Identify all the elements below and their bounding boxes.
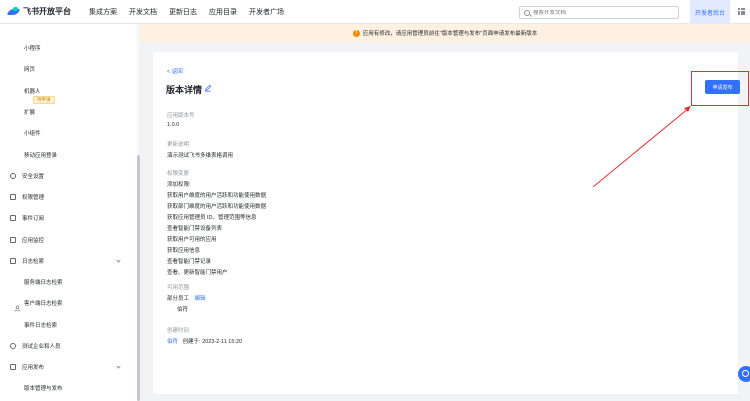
search-box[interactable] [519,6,679,19]
page-title: 版本详情 [166,85,203,95]
sidebar-item-label: 机器人 [24,89,41,95]
event-icon [10,215,16,221]
sidebar: 小程序 网页 机器人 扩展 小组件 移动应用登录 安全设置 权限管理 事件订阅 … [0,24,140,401]
chart-icon [10,237,16,243]
sidebar-item-label: 小组件 [24,131,41,137]
chevron-down-icon [116,364,121,369]
sidebar-item-label: 客户端日志检索 [24,301,63,307]
sidebar-item-server-log[interactable]: 服务端日志检索 [0,275,138,289]
sidebar-item-label: 服务端日志检索 [24,280,63,286]
nav-item-changelog[interactable]: 更新日志 [169,7,197,17]
logo-text: 飞书开放平台 [23,7,71,16]
sidebar-item-log-search[interactable]: 日志检索 [0,254,138,268]
nav-item-app-directory[interactable]: 应用目录 [209,7,237,17]
sidebar-item-version-management[interactable]: 版本管理与发布 [0,381,138,395]
edit-icon[interactable] [204,84,212,92]
notes-label: 更新说明 [167,142,190,148]
sidebar-item-extension[interactable]: 扩展 [0,105,138,119]
chevron-down-icon [116,258,121,263]
permission-item: 获取用户可用的应用 [167,237,217,243]
scope-user: 伯符 [177,307,189,313]
created-at: 创建于: 2023-2-11 15:20 [182,339,243,345]
sidebar-item-app-release[interactable]: 应用发布 [0,360,138,374]
sidebar-item-monitoring[interactable]: 应用监控 [0,233,138,247]
sidebar-item-web[interactable]: 网页 [0,62,138,76]
banner-text: 应用有修改，请应用管理员前往"版本管理与发布"页面申请发布最新版本 [362,31,538,37]
shield-icon [10,173,16,179]
sidebar-item-widget[interactable]: 小组件 [0,126,138,140]
sidebar-item-mini-program[interactable]: 小程序 [0,41,138,55]
warning-icon: ! [352,29,360,37]
sidebar-item-label: 安全设置 [22,174,45,180]
scope-edit-link[interactable]: 编辑 [195,296,206,302]
sidebar-scrollbar-thumb[interactable] [137,155,140,401]
help-icon[interactable] [738,366,750,382]
sidebar-item-label: 日志检索 [22,259,45,265]
permission-item: 查看智能门禁记录 [167,259,212,265]
sidebar-item-permissions[interactable]: 权限管理 [0,190,138,204]
permission-item: 获取应用信息 [167,248,201,254]
logo[interactable]: 飞书开放平台 [8,6,71,17]
sidebar-item-label: 权限管理 [22,195,45,201]
sidebar-item-label: 移动应用登录 [24,153,58,159]
nav-items: 集成方案 开发文档 更新日志 应用目录 开发者广场 [89,7,296,17]
sidebar-item-mobile-login[interactable]: 移动应用登录 [0,148,138,162]
permission-item: 查看智能门禁设备列表 [167,226,223,232]
sidebar-item-label: 事件订阅 [22,216,45,222]
scope-row: 部分员工 编辑 [167,294,206,302]
feishu-logo-icon [8,7,19,16]
sidebar-item-event-log[interactable]: 事件日志检索 [0,318,138,332]
sidebar-item-bot[interactable]: 机器人 [0,84,138,98]
app-grid-icon[interactable] [738,8,745,15]
creator-row: 伯符 创建于: 2023-2-11 15:20 [167,337,242,345]
scope-label: 可用范围 [167,285,190,291]
creator-label: 创建时间 [167,328,190,334]
search-icon [524,9,530,16]
sidebar-item-label: 测试企业和人员 [22,344,61,350]
sidebar-item-test-users[interactable]: 测试企业和人员 [0,339,138,353]
creator-link[interactable]: 伯符 [167,339,178,345]
warning-banner: ! 应用有修改，请应用管理员前往"版本管理与发布"页面申请发布最新版本 [140,24,750,42]
sidebar-item-label: 扩展 [24,110,36,116]
search-input[interactable] [533,9,673,16]
sidebar-item-label: 事件日志检索 [24,323,58,329]
scope-value: 部分员工 [167,296,190,302]
users-icon [10,343,16,349]
back-link[interactable]: < 返回 [167,67,183,75]
sidebar-item-label: 小程序 [24,46,41,52]
sidebar-item-security[interactable]: 安全设置 [0,169,138,183]
developer-console-link[interactable]: 开发者后台 [690,0,730,24]
sidebar-item-events[interactable]: 事件订阅 [0,211,138,225]
user-icon [14,305,21,312]
sidebar-item-label: 网页 [24,67,36,73]
status-badge: 待申请 [33,96,55,104]
sidebar-item-label: 应用监控 [22,238,45,244]
version-label: 应用版本号 [167,113,195,119]
sidebar-item-label: 版本管理与发布 [24,386,63,392]
version-value: 1.0.0 [167,122,180,128]
notes-value: 演示测试飞书多维表格调用 [167,153,234,159]
lock-icon [10,194,16,200]
log-icon [10,258,16,264]
permission-item: 查看、更新智能门禁用户 [167,270,228,276]
sidebar-item-label: 应用发布 [22,365,45,371]
nav-item-docs[interactable]: 开发文档 [129,7,157,17]
permissions-label: 权限变更 [167,171,190,177]
version-detail-card: < 返回 版本详情 应用版本号 1.0.0 更新说明 演示测试飞书多维表格调用 … [153,52,738,394]
nav-item-solutions[interactable]: 集成方案 [89,7,117,17]
permissions-header: 添加权限: [167,182,191,188]
permission-item: 获取用户维度的用户活跃和功能使用数据 [167,193,267,199]
nav-item-developer-plaza[interactable]: 开发者广场 [249,7,284,17]
release-icon [10,364,16,370]
permission-item: 获取部门维度的用户活跃和功能使用数据 [167,204,267,210]
permission-item: 获取应用管理员 ID、管理范围等信息 [167,215,257,221]
apply-release-button[interactable]: 申请发布 [705,80,740,94]
